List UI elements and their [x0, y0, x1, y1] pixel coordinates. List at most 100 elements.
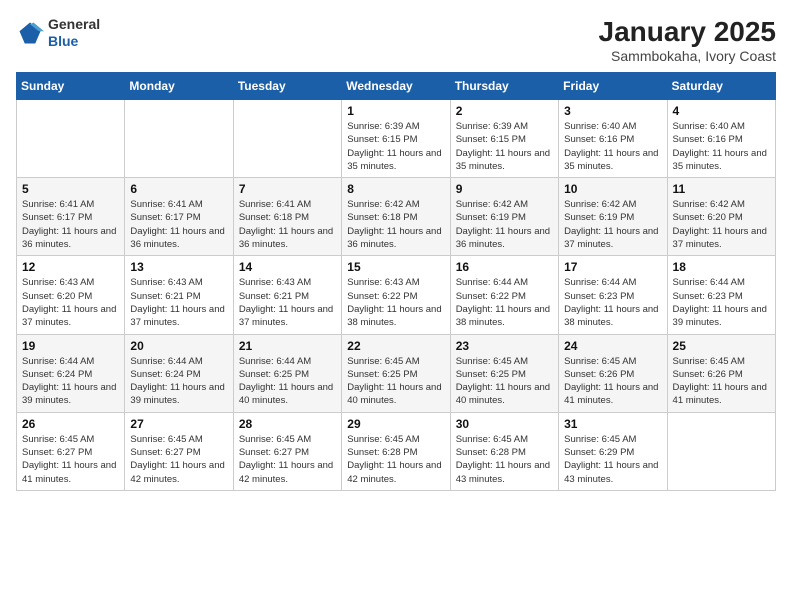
day-number: 22 — [347, 339, 444, 353]
calendar-cell: 30 Sunrise: 6:45 AM Sunset: 6:28 PM Dayli… — [450, 412, 558, 490]
day-info: Sunrise: 6:45 AM Sunset: 6:27 PM Dayligh… — [22, 433, 119, 486]
calendar-cell — [667, 412, 775, 490]
calendar-title: January 2025 — [599, 16, 776, 48]
logo-text: General Blue — [48, 16, 100, 50]
calendar-cell: 25Sunrise: 6:45 AM Sunset: 6:26 PM Dayli… — [667, 334, 775, 412]
day-number: 9 — [456, 182, 553, 196]
day-number: 10 — [564, 182, 661, 196]
calendar-cell: 16 Sunrise: 6:44 AM Sunset: 6:22 PM Dayli… — [450, 256, 558, 334]
day-info: Sunrise: 6:45 AM Sunset: 6:27 PM Dayligh… — [239, 433, 336, 486]
calendar-cell: 27 Sunrise: 6:45 AM Sunset: 6:27 PM Dayli… — [125, 412, 233, 490]
calendar-cell: 21 Sunrise: 6:44 AM Sunset: 6:25 PM Dayli… — [233, 334, 341, 412]
day-number: 31 — [564, 417, 661, 431]
day-number: 23 — [456, 339, 553, 353]
day-info: Sunrise: 6:43 AM Sunset: 6:20 PM Dayligh… — [22, 276, 119, 329]
calendar-week-4: 19 Sunrise: 6:44 AM Sunset: 6:24 PM Dayli… — [17, 334, 776, 412]
day-number: 20 — [130, 339, 227, 353]
calendar-header-row: SundayMondayTuesdayWednesdayThursdayFrid… — [17, 73, 776, 100]
calendar-cell: 28 Sunrise: 6:45 AM Sunset: 6:27 PM Dayli… — [233, 412, 341, 490]
col-header-thursday: Thursday — [450, 73, 558, 100]
day-number: 21 — [239, 339, 336, 353]
calendar-cell: 7 Sunrise: 6:41 AM Sunset: 6:18 PM Daylig… — [233, 178, 341, 256]
calendar-cell: 3Sunrise: 6:40 AM Sunset: 6:16 PM Daylig… — [559, 100, 667, 178]
day-number: 5 — [22, 182, 119, 196]
col-header-saturday: Saturday — [667, 73, 775, 100]
day-info: Sunrise: 6:44 AM Sunset: 6:25 PM Dayligh… — [239, 355, 336, 408]
calendar-cell: 18 Sunrise: 6:44 AM Sunset: 6:23 PM Dayli… — [667, 256, 775, 334]
calendar-cell: 20 Sunrise: 6:44 AM Sunset: 6:24 PM Dayli… — [125, 334, 233, 412]
day-number: 7 — [239, 182, 336, 196]
calendar-cell: 24Sunrise: 6:45 AM Sunset: 6:26 PM Dayli… — [559, 334, 667, 412]
day-number: 2 — [456, 104, 553, 118]
col-header-monday: Monday — [125, 73, 233, 100]
day-info: Sunrise: 6:45 AM Sunset: 6:27 PM Dayligh… — [130, 433, 227, 486]
day-number: 14 — [239, 260, 336, 274]
calendar-cell — [233, 100, 341, 178]
day-info: Sunrise: 6:44 AM Sunset: 6:23 PM Dayligh… — [564, 276, 661, 329]
day-info: Sunrise: 6:45 AM Sunset: 6:28 PM Dayligh… — [456, 433, 553, 486]
calendar-week-3: 12Sunrise: 6:43 AM Sunset: 6:20 PM Dayli… — [17, 256, 776, 334]
day-info: Sunrise: 6:44 AM Sunset: 6:23 PM Dayligh… — [673, 276, 770, 329]
logo: General Blue — [16, 16, 100, 50]
calendar-cell: 11 Sunrise: 6:42 AM Sunset: 6:20 PM Dayli… — [667, 178, 775, 256]
calendar-cell: 22 Sunrise: 6:45 AM Sunset: 6:25 PM Dayli… — [342, 334, 450, 412]
col-header-friday: Friday — [559, 73, 667, 100]
day-number: 25 — [673, 339, 770, 353]
day-number: 27 — [130, 417, 227, 431]
day-number: 26 — [22, 417, 119, 431]
calendar-cell: 12Sunrise: 6:43 AM Sunset: 6:20 PM Dayli… — [17, 256, 125, 334]
day-info: Sunrise: 6:44 AM Sunset: 6:22 PM Dayligh… — [456, 276, 553, 329]
day-number: 24 — [564, 339, 661, 353]
day-info: Sunrise: 6:43 AM Sunset: 6:21 PM Dayligh… — [239, 276, 336, 329]
calendar-cell: 14 Sunrise: 6:43 AM Sunset: 6:21 PM Dayli… — [233, 256, 341, 334]
calendar-cell: 17 Sunrise: 6:44 AM Sunset: 6:23 PM Dayli… — [559, 256, 667, 334]
calendar-cell: 23 Sunrise: 6:45 AM Sunset: 6:25 PM Dayli… — [450, 334, 558, 412]
calendar-cell: 2 Sunrise: 6:39 AM Sunset: 6:15 PM Daylig… — [450, 100, 558, 178]
day-info: Sunrise: 6:43 AM Sunset: 6:21 PM Dayligh… — [130, 276, 227, 329]
calendar-week-1: 1Sunrise: 6:39 AM Sunset: 6:15 PM Daylig… — [17, 100, 776, 178]
day-number: 16 — [456, 260, 553, 274]
calendar-week-2: 5 Sunrise: 6:41 AM Sunset: 6:17 PM Daylig… — [17, 178, 776, 256]
page-header: General Blue January 2025 Sammbokaha, Iv… — [16, 16, 776, 64]
day-number: 13 — [130, 260, 227, 274]
day-info: Sunrise: 6:39 AM Sunset: 6:15 PM Dayligh… — [456, 120, 553, 173]
calendar-cell: 19 Sunrise: 6:44 AM Sunset: 6:24 PM Dayli… — [17, 334, 125, 412]
calendar-cell — [17, 100, 125, 178]
day-info: Sunrise: 6:44 AM Sunset: 6:24 PM Dayligh… — [22, 355, 119, 408]
day-info: Sunrise: 6:40 AM Sunset: 6:16 PM Dayligh… — [673, 120, 770, 173]
day-info: Sunrise: 6:41 AM Sunset: 6:18 PM Dayligh… — [239, 198, 336, 251]
day-info: Sunrise: 6:39 AM Sunset: 6:15 PM Dayligh… — [347, 120, 444, 173]
calendar-cell: 1Sunrise: 6:39 AM Sunset: 6:15 PM Daylig… — [342, 100, 450, 178]
calendar-cell: 4Sunrise: 6:40 AM Sunset: 6:16 PM Daylig… — [667, 100, 775, 178]
calendar-cell: 13 Sunrise: 6:43 AM Sunset: 6:21 PM Dayli… — [125, 256, 233, 334]
calendar-cell: 10Sunrise: 6:42 AM Sunset: 6:19 PM Dayli… — [559, 178, 667, 256]
day-info: Sunrise: 6:41 AM Sunset: 6:17 PM Dayligh… — [130, 198, 227, 251]
day-info: Sunrise: 6:41 AM Sunset: 6:17 PM Dayligh… — [22, 198, 119, 251]
day-info: Sunrise: 6:40 AM Sunset: 6:16 PM Dayligh… — [564, 120, 661, 173]
day-info: Sunrise: 6:42 AM Sunset: 6:19 PM Dayligh… — [456, 198, 553, 251]
day-number: 17 — [564, 260, 661, 274]
day-number: 29 — [347, 417, 444, 431]
day-info: Sunrise: 6:42 AM Sunset: 6:18 PM Dayligh… — [347, 198, 444, 251]
logo-icon — [16, 19, 44, 47]
day-number: 30 — [456, 417, 553, 431]
calendar-cell: 15Sunrise: 6:43 AM Sunset: 6:22 PM Dayli… — [342, 256, 450, 334]
calendar-cell: 26 Sunrise: 6:45 AM Sunset: 6:27 PM Dayli… — [17, 412, 125, 490]
day-info: Sunrise: 6:45 AM Sunset: 6:25 PM Dayligh… — [456, 355, 553, 408]
day-number: 6 — [130, 182, 227, 196]
day-number: 8 — [347, 182, 444, 196]
col-header-sunday: Sunday — [17, 73, 125, 100]
calendar-cell: 5 Sunrise: 6:41 AM Sunset: 6:17 PM Daylig… — [17, 178, 125, 256]
day-info: Sunrise: 6:42 AM Sunset: 6:20 PM Dayligh… — [673, 198, 770, 251]
calendar-cell: 29Sunrise: 6:45 AM Sunset: 6:28 PM Dayli… — [342, 412, 450, 490]
day-info: Sunrise: 6:44 AM Sunset: 6:24 PM Dayligh… — [130, 355, 227, 408]
calendar-cell: 8 Sunrise: 6:42 AM Sunset: 6:18 PM Daylig… — [342, 178, 450, 256]
day-number: 11 — [673, 182, 770, 196]
col-header-tuesday: Tuesday — [233, 73, 341, 100]
day-number: 28 — [239, 417, 336, 431]
calendar-table: SundayMondayTuesdayWednesdayThursdayFrid… — [16, 72, 776, 491]
calendar-subtitle: Sammbokaha, Ivory Coast — [599, 48, 776, 64]
day-info: Sunrise: 6:45 AM Sunset: 6:25 PM Dayligh… — [347, 355, 444, 408]
day-number: 19 — [22, 339, 119, 353]
day-number: 18 — [673, 260, 770, 274]
